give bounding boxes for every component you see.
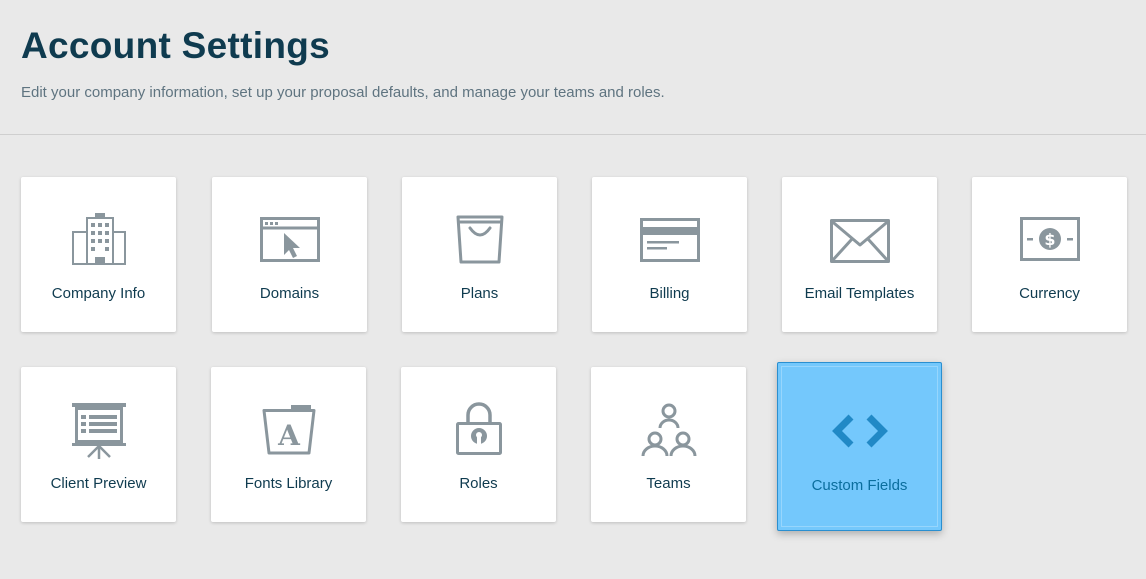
svg-text:$: $ xyxy=(1044,230,1055,249)
tile-fonts-library[interactable]: A Fonts Library xyxy=(211,367,366,522)
tile-company-info[interactable]: Company Info xyxy=(21,177,176,332)
tile-label: Domains xyxy=(259,285,320,302)
page-title: Account Settings xyxy=(21,25,331,66)
code-brackets-icon xyxy=(778,401,941,461)
tile-label: Client Preview xyxy=(50,475,147,492)
page-subtitle: Edit your company information, set up yo… xyxy=(21,84,665,101)
browser-cursor-icon xyxy=(212,211,367,271)
tile-label: Currency xyxy=(1019,285,1080,302)
tile-domains[interactable]: Domains xyxy=(212,177,367,332)
building-icon xyxy=(21,211,176,271)
tile-label: Billing xyxy=(649,285,690,302)
tile-billing[interactable]: Billing xyxy=(592,177,747,332)
envelope-icon xyxy=(782,211,937,271)
tile-label: Teams xyxy=(646,475,691,492)
tile-label: Company Info xyxy=(51,285,146,302)
padlock-icon xyxy=(401,401,556,461)
tile-label: Email Templates xyxy=(804,285,915,302)
tile-label: Roles xyxy=(459,475,498,492)
tile-plans[interactable]: Plans xyxy=(402,177,557,332)
header-divider xyxy=(0,134,1146,135)
tile-email-templates[interactable]: Email Templates xyxy=(782,177,937,332)
team-icon xyxy=(591,401,746,461)
shopping-bag-icon xyxy=(402,211,557,271)
tile-teams[interactable]: Teams xyxy=(591,367,746,522)
tile-label: Fonts Library xyxy=(244,475,333,492)
page-header: Account Settings Edit your company infor… xyxy=(21,24,665,102)
banknote-icon: $ xyxy=(972,211,1127,271)
presentation-board-icon xyxy=(21,401,176,461)
credit-card-icon xyxy=(592,211,747,271)
tile-label: Custom Fields xyxy=(811,477,908,494)
svg-text:A: A xyxy=(277,419,301,452)
tile-roles[interactable]: Roles xyxy=(401,367,556,522)
font-folder-icon: A xyxy=(211,401,366,461)
tile-currency[interactable]: $ Currency xyxy=(972,177,1127,332)
tile-client-preview[interactable]: Client Preview xyxy=(21,367,176,522)
tile-label: Plans xyxy=(460,285,499,302)
tile-custom-fields[interactable]: Custom Fields xyxy=(777,362,942,531)
